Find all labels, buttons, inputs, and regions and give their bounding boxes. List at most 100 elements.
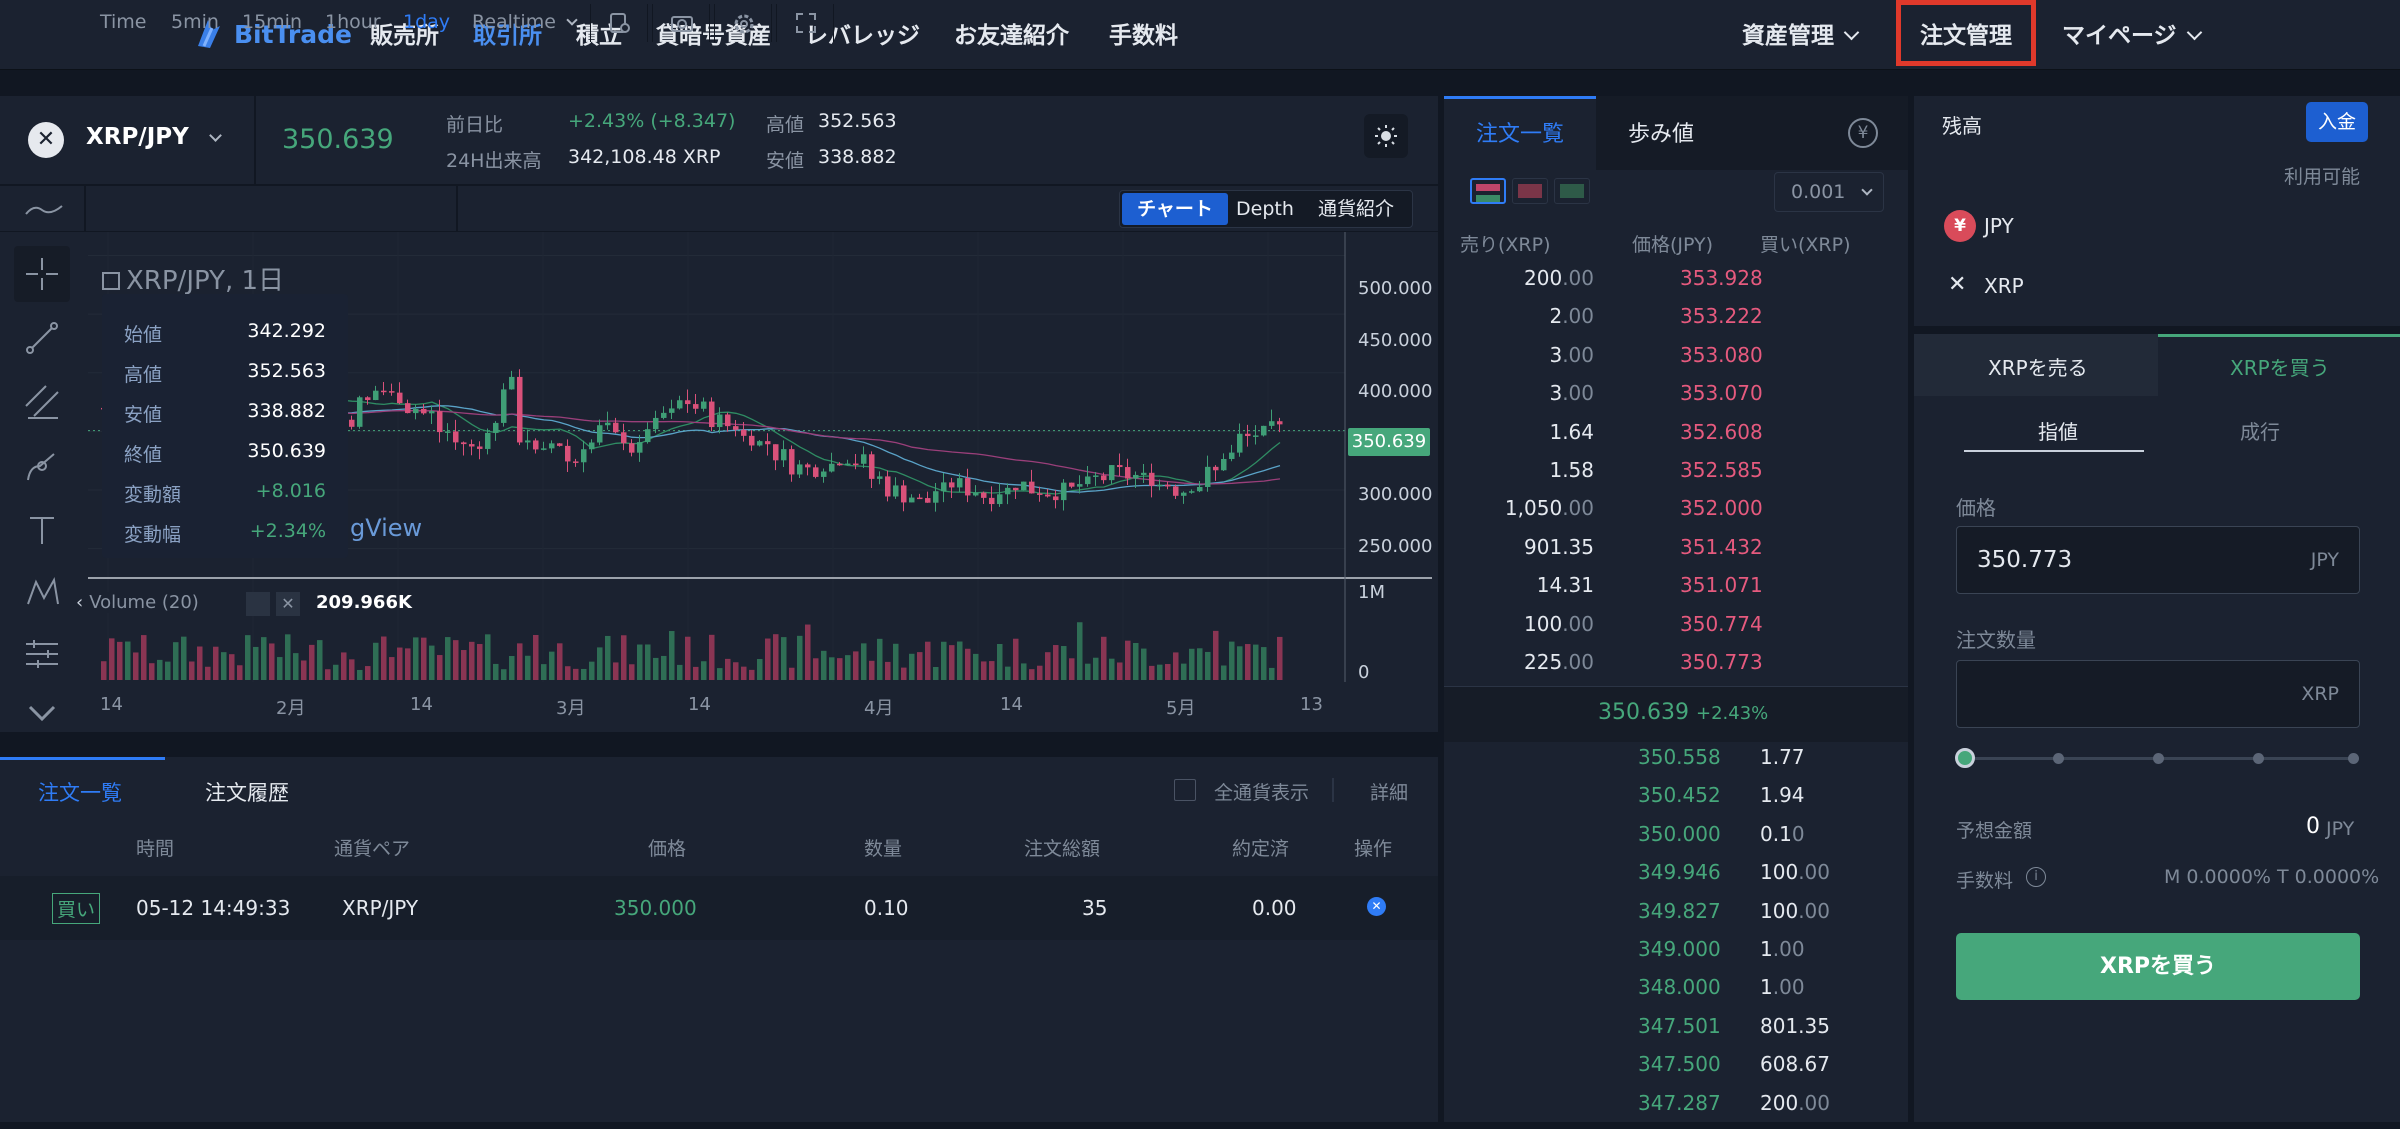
interval-15min[interactable]: 15min xyxy=(242,0,302,45)
more-tools[interactable] xyxy=(14,686,70,742)
bid-row[interactable]: 350.558 1.77 xyxy=(1444,745,1908,783)
fullscreen-button[interactable] xyxy=(776,4,834,42)
book-view-buy[interactable] xyxy=(1554,178,1590,204)
volume-bar xyxy=(509,655,515,680)
tab-order-history[interactable]: 注文履歴 xyxy=(205,777,289,807)
cancel-order-icon[interactable]: ✕ xyxy=(1367,897,1386,916)
volume-bar xyxy=(885,661,891,680)
ask-row[interactable]: 1,050.00 352.000 xyxy=(1444,496,1908,534)
slider-stop[interactable] xyxy=(2153,753,2164,764)
interval-1day[interactable]: 1day xyxy=(403,0,450,45)
candle-body xyxy=(413,408,419,414)
view-depth-button[interactable]: Depth xyxy=(1236,191,1294,227)
candle-body xyxy=(685,400,691,405)
ask-row[interactable]: 3.00 353.080 xyxy=(1444,343,1908,381)
pair-selector[interactable]: XRP/JPY xyxy=(86,124,222,150)
candle-body xyxy=(1245,433,1251,437)
volume-close-icon[interactable]: ✕ xyxy=(276,592,300,616)
measure-tool[interactable] xyxy=(14,626,70,682)
buy-tab-label: XRPを買う xyxy=(2230,356,2330,380)
interval-1hour[interactable]: 1hour xyxy=(325,0,381,45)
deposit-button[interactable]: 入金 xyxy=(2306,102,2368,142)
volume-bar xyxy=(1053,645,1059,680)
ask-row[interactable]: 1.58 352.585 xyxy=(1444,458,1908,496)
trendline-tool[interactable] xyxy=(14,310,70,366)
bid-row[interactable]: 347.287 200.00 xyxy=(1444,1091,1908,1129)
ask-row[interactable]: 200.00 353.928 xyxy=(1444,266,1908,304)
volume-bar xyxy=(117,641,123,680)
nav-link-fees[interactable]: 手数料 xyxy=(1109,16,1178,50)
detail-link[interactable]: 詳細 xyxy=(1370,778,1408,805)
bid-row[interactable]: 347.501 801.35 xyxy=(1444,1014,1908,1052)
ask-row[interactable]: 100.00 350.774 xyxy=(1444,612,1908,650)
order-type-underline xyxy=(1964,450,2144,452)
volume-bar xyxy=(1101,636,1107,680)
ask-price: 352.608 xyxy=(1680,419,1763,444)
volume-bars xyxy=(101,622,1283,680)
candle-body xyxy=(1173,486,1179,496)
price-tick: 450.000 xyxy=(1358,330,1433,351)
order-type-market[interactable]: 成行 xyxy=(2240,416,2280,445)
volume-bar xyxy=(1277,636,1283,680)
ask-row[interactable]: 1.64 352.608 xyxy=(1444,420,1908,458)
view-coin-info-button[interactable]: 通貨紹介 xyxy=(1318,191,1394,227)
ask-row[interactable]: 14.31 351.071 xyxy=(1444,573,1908,611)
yen-icon[interactable]: ¥ xyxy=(1848,118,1878,148)
volume-bar xyxy=(1093,657,1099,680)
slider-stop[interactable] xyxy=(2253,753,2264,764)
ask-price: 350.774 xyxy=(1680,611,1763,636)
col-price: 価格(JPY) xyxy=(1632,234,1714,256)
price-input[interactable]: 350.773 JPY xyxy=(1956,526,2360,594)
ask-row[interactable]: 2.00 353.222 xyxy=(1444,304,1908,342)
volume-settings-icon[interactable] xyxy=(246,592,270,616)
crosshair-tool[interactable] xyxy=(14,246,70,302)
precision-select[interactable]: 0.001 xyxy=(1774,172,1884,212)
qty-slider-handle[interactable] xyxy=(1955,748,1975,768)
bid-row[interactable]: 347.500 608.67 xyxy=(1444,1052,1908,1090)
pattern-tool[interactable] xyxy=(14,564,70,620)
text-tool[interactable] xyxy=(14,502,70,558)
book-tab-trades[interactable]: 歩み値 xyxy=(1628,96,1694,170)
time-tick: 3月 xyxy=(556,698,586,719)
book-view-sell[interactable] xyxy=(1512,178,1548,204)
interval-time[interactable]: Time xyxy=(100,0,147,45)
order-mgmt-menu[interactable]: 注文管理 xyxy=(1896,0,2036,66)
bid-row[interactable]: 350.452 1.94 xyxy=(1444,783,1908,821)
order-type-limit[interactable]: 指値 xyxy=(2038,416,2078,445)
volume-bar xyxy=(1061,646,1067,680)
view-chart-button[interactable]: チャート xyxy=(1122,193,1228,225)
ask-row[interactable]: 901.35 351.432 xyxy=(1444,535,1908,573)
bid-price: 347.287 xyxy=(1638,1090,1721,1115)
show-all-checkbox[interactable] xyxy=(1174,779,1196,801)
qty-input[interactable]: XRP xyxy=(1956,660,2360,728)
indicator-button[interactable] xyxy=(590,4,648,42)
slider-stop[interactable] xyxy=(2348,753,2359,764)
nav-link-referral[interactable]: お友達紹介 xyxy=(954,16,1069,50)
bid-row[interactable]: 349.000 1.00 xyxy=(1444,937,1908,975)
mypage-menu[interactable]: マイページ xyxy=(2062,16,2202,50)
bid-row[interactable]: 349.827 100.00 xyxy=(1444,899,1908,937)
realtime-dropdown[interactable]: Realtime xyxy=(472,0,578,45)
screenshot-button[interactable] xyxy=(652,4,710,42)
brush-tool[interactable] xyxy=(14,438,70,494)
book-view-both[interactable] xyxy=(1470,178,1506,204)
collapse-icon[interactable] xyxy=(102,272,120,290)
asset-mgmt-menu[interactable]: 資産管理 xyxy=(1742,16,1860,50)
settings-button[interactable] xyxy=(714,4,772,42)
interval-5min[interactable]: 5min xyxy=(171,0,219,45)
slider-stop[interactable] xyxy=(2053,753,2064,764)
channel-tool[interactable] xyxy=(14,374,70,430)
info-icon[interactable]: i xyxy=(2026,867,2046,887)
buy-xrp-button[interactable]: XRPを買う xyxy=(1956,933,2360,1000)
bid-row[interactable]: 349.946 100.00 xyxy=(1444,860,1908,898)
ask-row[interactable]: 3.00 353.070 xyxy=(1444,381,1908,419)
chart-type-icon[interactable] xyxy=(24,198,64,220)
theme-toggle-button[interactable] xyxy=(1364,114,1408,158)
bid-row[interactable]: 348.000 1.00 xyxy=(1444,975,1908,1013)
volume-bar xyxy=(173,642,179,680)
ask-row[interactable]: 225.00 350.773 xyxy=(1444,650,1908,688)
candle-body xyxy=(821,471,827,477)
bid-row[interactable]: 350.000 0.10 xyxy=(1444,822,1908,860)
collapse-arrow-icon[interactable]: ‹ xyxy=(76,592,83,613)
volume-bar xyxy=(277,657,283,680)
